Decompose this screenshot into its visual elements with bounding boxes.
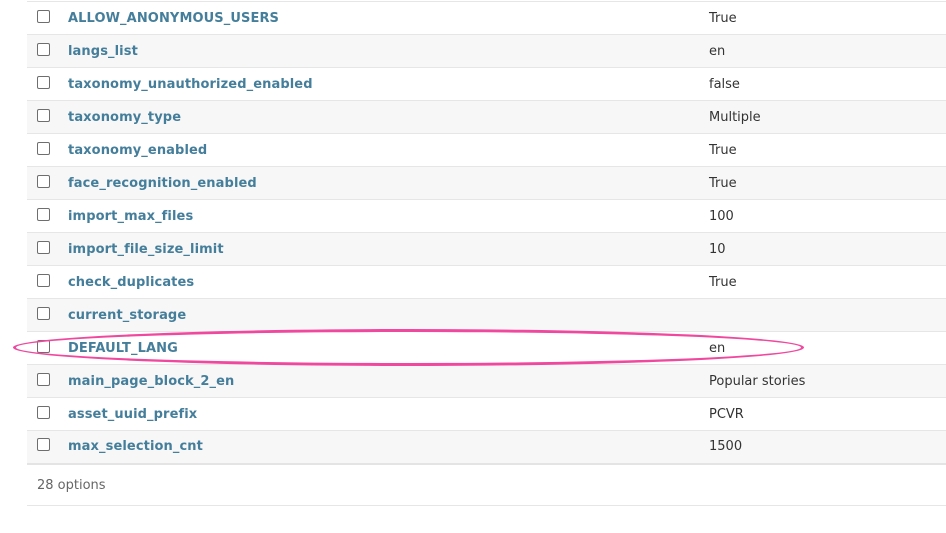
table-row: DEFAULT_LANG en bbox=[27, 331, 946, 365]
checkbox-cell bbox=[27, 266, 68, 299]
option-name-cell: main_page_block_2_en bbox=[68, 365, 709, 398]
option-value: True bbox=[709, 274, 737, 290]
row-select-checkbox[interactable] bbox=[37, 207, 50, 221]
option-name-link[interactable]: taxonomy_unauthorized_enabled bbox=[68, 77, 313, 92]
option-name-cell: max_selection_cnt bbox=[68, 431, 709, 464]
option-name-link[interactable]: DEFAULT_LANG bbox=[68, 341, 178, 356]
option-name-cell: DEFAULT_LANG bbox=[68, 332, 709, 365]
row-select-checkbox[interactable] bbox=[37, 141, 50, 155]
table-row: langs_list en bbox=[27, 34, 946, 68]
checkbox-cell bbox=[27, 167, 68, 200]
row-select-checkbox[interactable] bbox=[37, 174, 50, 188]
option-value: Popular stories bbox=[709, 373, 806, 389]
row-select-checkbox[interactable] bbox=[37, 405, 50, 419]
row-select-checkbox[interactable] bbox=[37, 9, 50, 23]
table-row: max_selection_cnt 1500 bbox=[27, 430, 946, 464]
table-row: import_file_size_limit 10 bbox=[27, 232, 946, 266]
checkbox-cell bbox=[27, 35, 68, 68]
option-value bbox=[709, 299, 946, 332]
option-value: PCVR bbox=[709, 406, 744, 422]
option-name-link[interactable]: taxonomy_enabled bbox=[68, 143, 207, 158]
option-name-link[interactable]: import_max_files bbox=[68, 209, 193, 224]
checkbox-cell bbox=[27, 431, 68, 464]
checkbox-cell bbox=[27, 68, 68, 101]
table-row: current_storage bbox=[27, 298, 946, 332]
option-name-cell: ALLOW_ANONYMOUS_USERS bbox=[68, 2, 709, 35]
option-name-link[interactable]: import_file_size_limit bbox=[68, 242, 224, 257]
options-list-page: ALLOW_ANONYMOUS_USERS True langs_list en tax… bbox=[0, 0, 946, 533]
checkbox-cell bbox=[27, 2, 68, 35]
row-select-checkbox[interactable] bbox=[37, 240, 50, 254]
row-select-checkbox[interactable] bbox=[37, 42, 50, 56]
checkbox-cell bbox=[27, 101, 68, 134]
checkbox-cell bbox=[27, 233, 68, 266]
option-value: false bbox=[709, 76, 740, 92]
option-name-link[interactable]: langs_list bbox=[68, 44, 138, 59]
row-select-checkbox[interactable] bbox=[37, 339, 50, 353]
option-value: en bbox=[709, 43, 726, 59]
table-row: face_recognition_enabled True bbox=[27, 166, 946, 200]
table-row: ALLOW_ANONYMOUS_USERS True bbox=[27, 1, 946, 35]
row-select-checkbox[interactable] bbox=[37, 438, 50, 452]
option-name-cell: import_max_files bbox=[68, 200, 709, 233]
checkbox-cell bbox=[27, 365, 68, 398]
option-name-link[interactable]: ALLOW_ANONYMOUS_USERS bbox=[68, 11, 279, 26]
checkbox-cell bbox=[27, 134, 68, 167]
option-value: True bbox=[709, 175, 737, 191]
result-count: 28 options bbox=[27, 466, 946, 506]
table-row: asset_uuid_prefix PCVR bbox=[27, 397, 946, 431]
option-name-cell: taxonomy_enabled bbox=[68, 134, 709, 167]
table-row: taxonomy_unauthorized_enabled false bbox=[27, 67, 946, 101]
options-table: ALLOW_ANONYMOUS_USERS True langs_list en tax… bbox=[27, 1, 946, 465]
option-name-cell: check_duplicates bbox=[68, 266, 709, 299]
row-select-checkbox[interactable] bbox=[37, 75, 50, 89]
option-value: en bbox=[709, 340, 726, 356]
row-select-checkbox[interactable] bbox=[37, 273, 50, 287]
checkbox-cell bbox=[27, 200, 68, 233]
option-name-cell: taxonomy_type bbox=[68, 101, 709, 134]
option-name-link[interactable]: current_storage bbox=[68, 308, 186, 323]
option-name-link[interactable]: face_recognition_enabled bbox=[68, 176, 257, 191]
option-value: True bbox=[709, 142, 737, 158]
table-row: check_duplicates True bbox=[27, 265, 946, 299]
option-name-link[interactable]: asset_uuid_prefix bbox=[68, 407, 197, 422]
table-row: import_max_files 100 bbox=[27, 199, 946, 233]
option-name-cell: import_file_size_limit bbox=[68, 233, 709, 266]
option-name-link[interactable]: max_selection_cnt bbox=[68, 439, 203, 454]
row-select-checkbox[interactable] bbox=[37, 372, 50, 386]
option-value: 10 bbox=[709, 241, 726, 257]
option-name-cell: taxonomy_unauthorized_enabled bbox=[68, 68, 709, 101]
checkbox-cell bbox=[27, 332, 68, 365]
option-name-link[interactable]: main_page_block_2_en bbox=[68, 374, 234, 389]
option-name-cell: face_recognition_enabled bbox=[68, 167, 709, 200]
option-name-link[interactable]: taxonomy_type bbox=[68, 110, 181, 125]
option-name-link[interactable]: check_duplicates bbox=[68, 275, 194, 290]
checkbox-cell bbox=[27, 299, 68, 332]
checkbox-cell bbox=[27, 398, 68, 431]
table-row: taxonomy_type Multiple bbox=[27, 100, 946, 134]
option-value: Multiple bbox=[709, 109, 761, 125]
row-select-checkbox[interactable] bbox=[37, 306, 50, 320]
table-row: taxonomy_enabled True bbox=[27, 133, 946, 167]
option-name-cell: current_storage bbox=[68, 299, 709, 332]
option-name-cell: asset_uuid_prefix bbox=[68, 398, 709, 431]
option-value: 1500 bbox=[709, 439, 743, 455]
option-value: True bbox=[709, 10, 737, 26]
option-name-cell: langs_list bbox=[68, 35, 709, 68]
option-value: 100 bbox=[709, 208, 734, 224]
table-row: main_page_block_2_en Popular stories bbox=[27, 364, 946, 398]
row-select-checkbox[interactable] bbox=[37, 108, 50, 122]
